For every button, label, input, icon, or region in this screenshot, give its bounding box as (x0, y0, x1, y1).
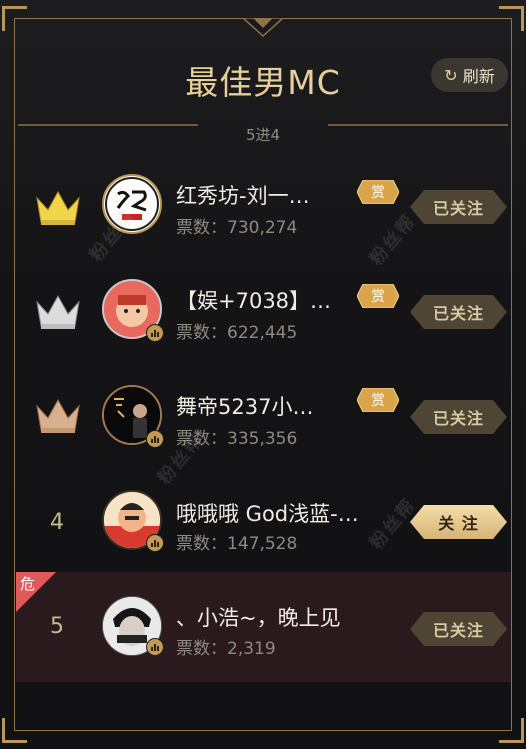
streamer-name: 【娱+7038】… (176, 289, 332, 313)
ranking-row: 4 哦哦哦 God浅蓝-… 票数：147,528 关 注 (16, 470, 511, 572)
ranking-row: 【娱+7038】… 票数：622,445 赏 已关注 (16, 260, 511, 364)
reward-badge[interactable]: 赏 (357, 284, 399, 308)
follow-button[interactable]: 关 注 (410, 505, 507, 539)
follow-button[interactable]: 已关注 (410, 400, 507, 434)
follow-button[interactable]: 已关注 (410, 295, 507, 329)
follow-button[interactable]: 已关注 (410, 612, 507, 646)
mic-badge-icon (146, 534, 164, 552)
rank-number: 5 (50, 614, 64, 639)
silver-crown-icon (36, 294, 80, 329)
streamer-name: 哦哦哦 God浅蓝-… (176, 502, 359, 526)
reward-label: 赏 (371, 393, 385, 409)
reward-label: 赏 (371, 289, 385, 305)
mic-badge-icon (146, 324, 164, 342)
reward-label: 赏 (371, 185, 385, 201)
frame-notch-ornament (243, 18, 283, 38)
vote-count: 票数：2,319 (176, 639, 276, 659)
frame-corner (2, 6, 27, 31)
ranking-row: 舞帝5237小… 票数：335,356 赏 已关注 (16, 364, 511, 470)
frame-corner (499, 718, 524, 743)
reward-badge[interactable]: 赏 (357, 180, 399, 204)
round-indicator: 5进4 (18, 124, 508, 144)
danger-label: 危 (20, 575, 35, 593)
vote-panel: 最佳男MC ↻ 刷新 5进4 红秀坊-刘一… 票数：730,274 赏 已关注 … (0, 0, 526, 749)
follow-button[interactable]: 已关注 (410, 190, 507, 224)
mic-badge-icon (146, 430, 164, 448)
frame-corner (2, 718, 27, 743)
danger-tag: 危 (16, 572, 56, 612)
refresh-icon: ↻ (444, 65, 458, 85)
rank-number: 4 (50, 510, 64, 535)
streamer-name: 舞帝5237小… (176, 395, 314, 419)
refresh-label: 刷新 (462, 67, 495, 86)
round-label: 5进4 (245, 126, 281, 144)
frame-corner (499, 6, 524, 31)
bronze-crown-icon (36, 398, 80, 433)
streamer-name: 红秀坊-刘一… (176, 184, 310, 208)
mic-badge-icon (146, 638, 164, 656)
vote-count: 票数：622,445 (176, 323, 298, 343)
refresh-button[interactable]: ↻ 刷新 (431, 58, 508, 92)
vote-count: 票数：147,528 (176, 534, 298, 554)
gold-crown-icon (36, 190, 80, 225)
ranking-row: 危 5 、小浩~，晚上见 票数：2,319 已关注 (16, 572, 511, 682)
vote-count: 票数：730,274 (176, 218, 298, 238)
streamer-name: 、小浩~，晚上见 (176, 606, 341, 630)
reward-badge[interactable]: 赏 (357, 388, 399, 412)
